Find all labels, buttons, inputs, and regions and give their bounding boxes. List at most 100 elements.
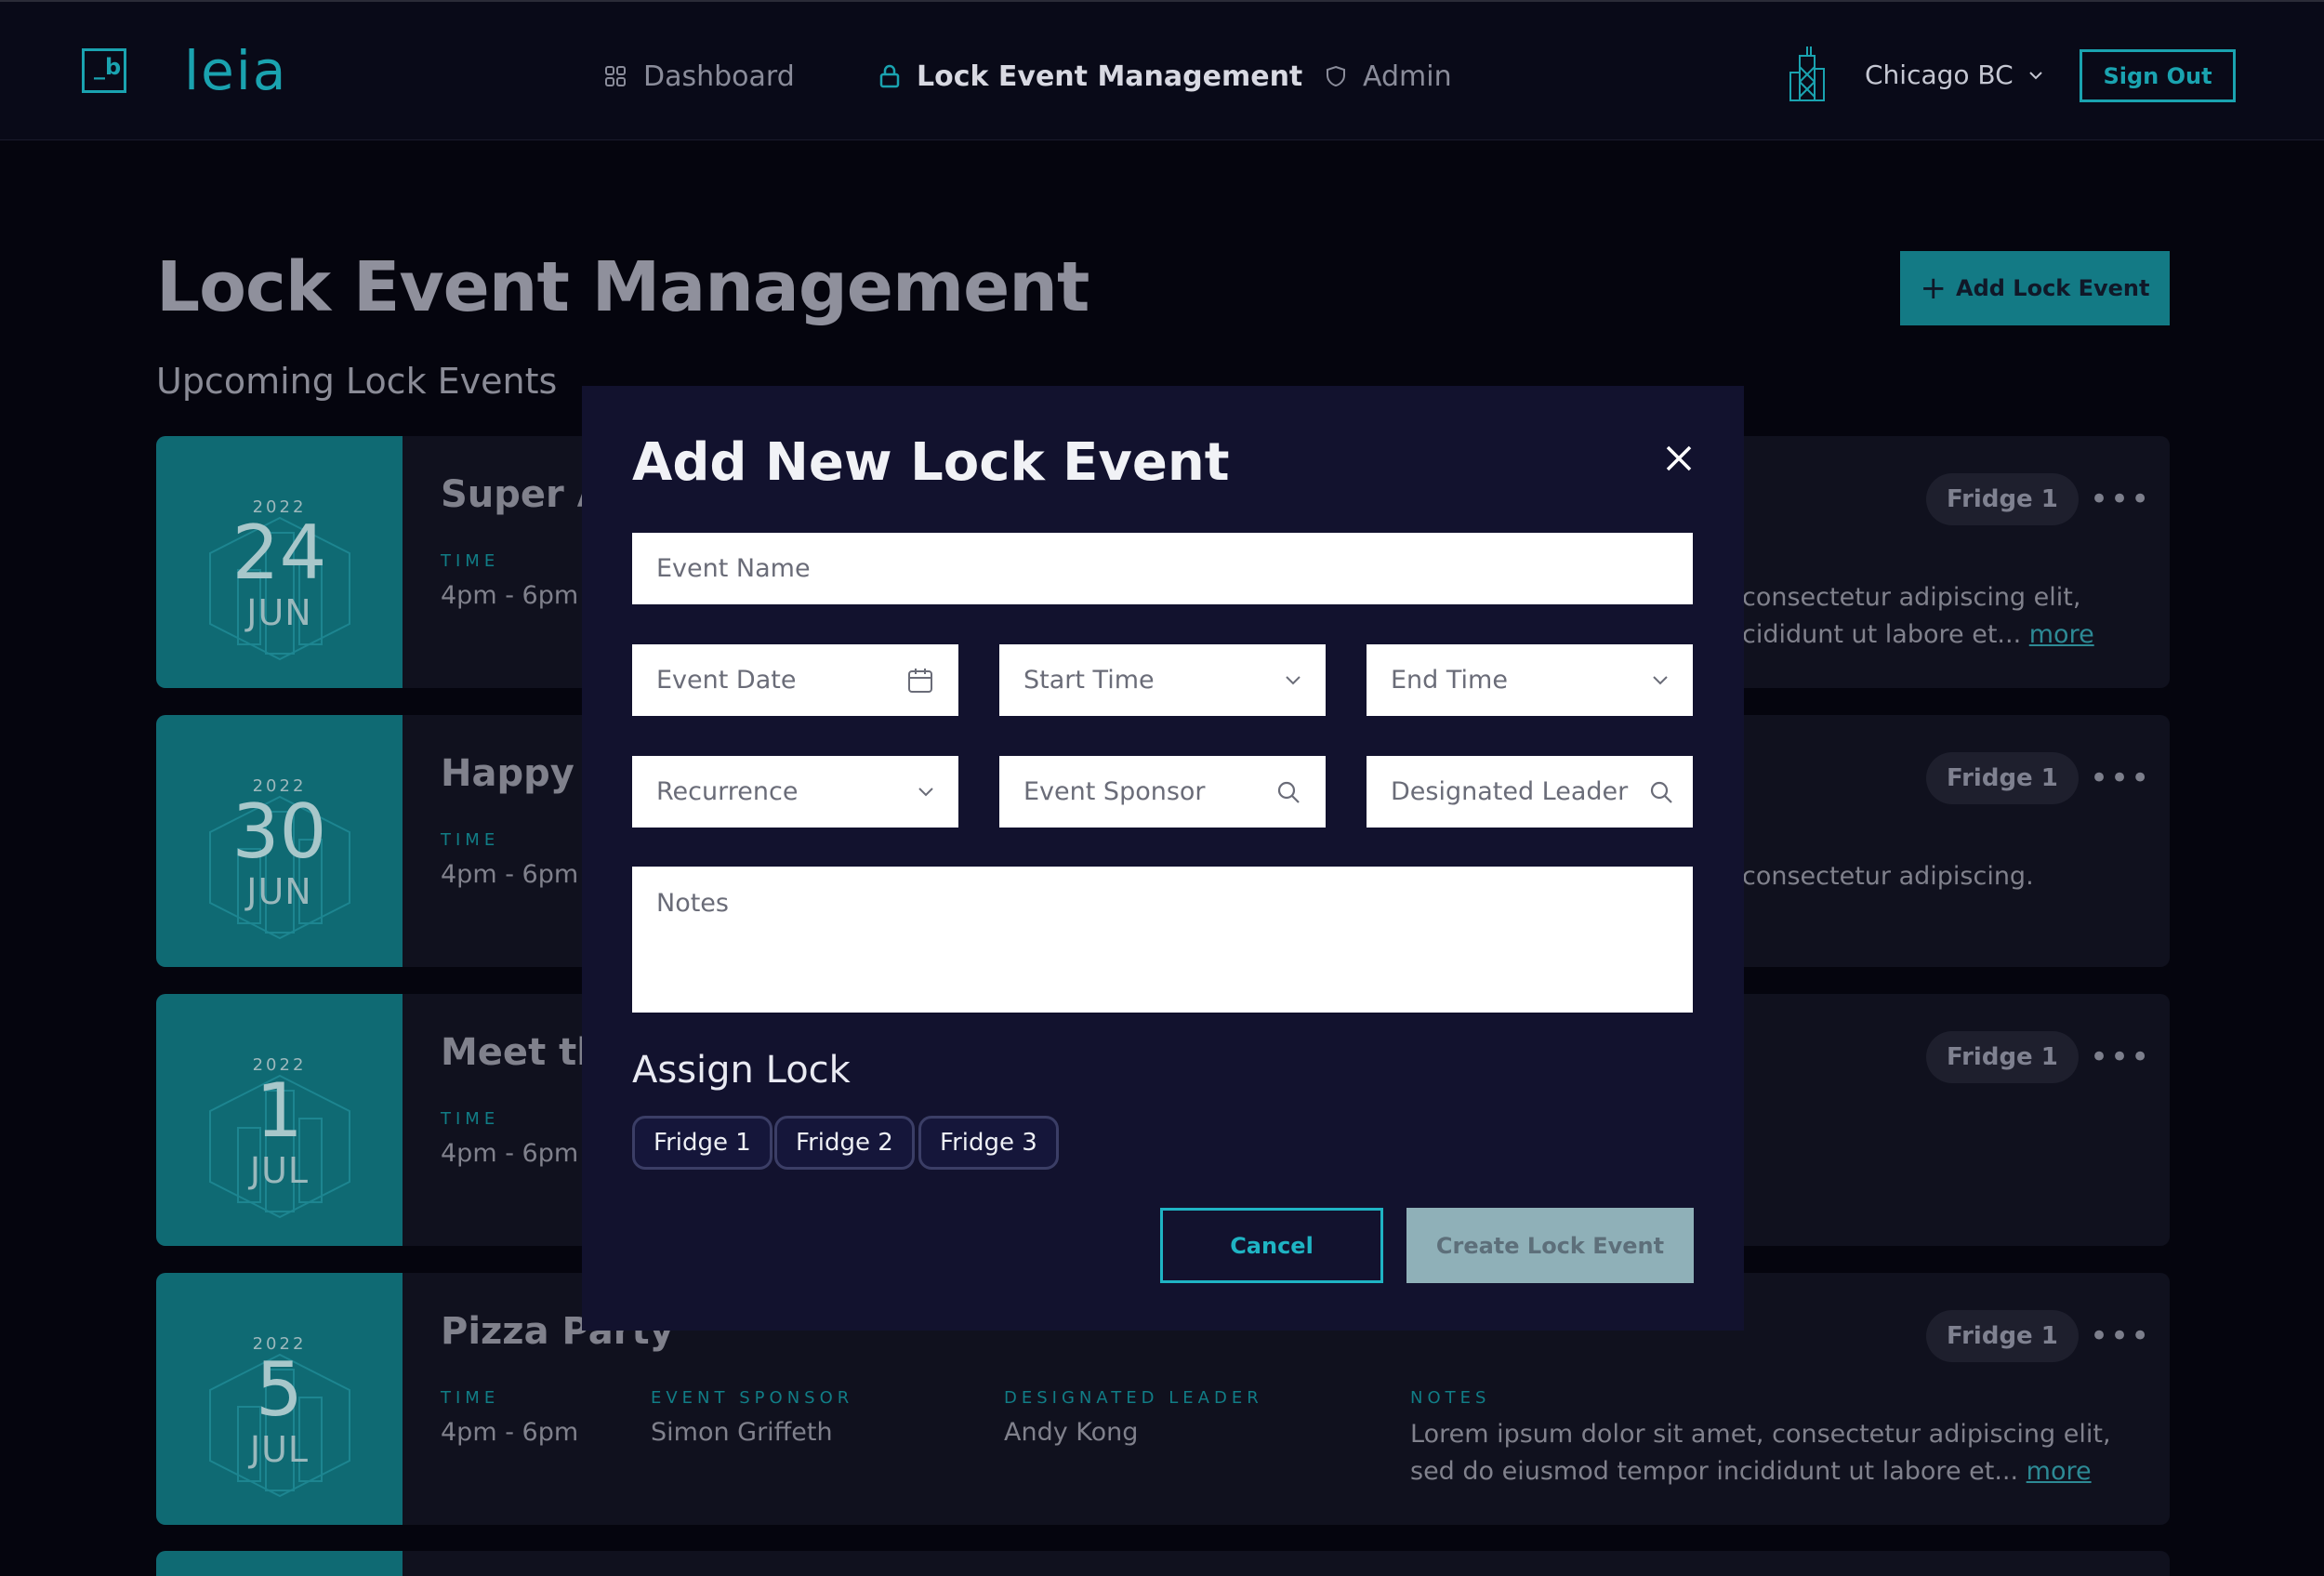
event-notes-line: cididunt ut labore et... more	[1742, 616, 2170, 654]
lock-chip: Fridge 1	[1926, 1310, 2079, 1362]
event-notes: Lorem ipsum dolor sit amet, consectetur …	[1410, 1416, 2117, 1490]
sponsor-label: EVENT SPONSOR	[651, 1388, 854, 1408]
date-block: 2022 5 JUL	[156, 1273, 403, 1525]
chevron-down-icon	[2028, 71, 2042, 79]
city-skyline-icon	[1789, 46, 1825, 101]
time-label: TIME	[441, 830, 500, 850]
search-icon	[1650, 781, 1672, 803]
notes-textarea[interactable]: Notes	[632, 867, 1693, 1013]
event-date-input[interactable]: Event Date	[632, 644, 958, 716]
designated-leader: Andy Kong	[1004, 1418, 1139, 1447]
add-lock-event-label: Add Lock Event	[1956, 275, 2150, 301]
time-label: TIME	[441, 1109, 500, 1129]
search-icon	[1277, 781, 1300, 803]
event-sponsor-placeholder: Event Sponsor	[1023, 777, 1206, 806]
grid-icon	[605, 66, 626, 86]
cancel-button[interactable]: Cancel	[1160, 1208, 1383, 1283]
event-name-input[interactable]: Event Name	[632, 533, 1693, 604]
time-label: TIME	[441, 1388, 500, 1408]
chevron-down-icon	[1653, 675, 1668, 684]
designated-leader-search[interactable]: Designated Leader	[1367, 756, 1693, 828]
lock-icon	[879, 64, 900, 88]
date-block: 2022 30 JUN	[156, 715, 403, 967]
event-time: 4pm - 6pm	[441, 581, 579, 610]
event-card[interactable]	[156, 1551, 2170, 1576]
logo-text[interactable]: leia	[184, 39, 287, 102]
lock-option-fridge-3[interactable]: Fridge 3	[918, 1116, 1059, 1170]
nav-dashboard[interactable]: Dashboard	[604, 60, 795, 93]
end-time-select[interactable]: End Time	[1367, 644, 1693, 716]
top-navigation-bar: _b leia Dashboard Lock Event Management …	[0, 0, 2324, 140]
start-time-placeholder: Start Time	[1023, 666, 1155, 695]
notes-label: NOTES	[1410, 1388, 1491, 1408]
shield-icon	[1327, 65, 1345, 87]
event-notes-line: consectetur adipiscing.	[1742, 862, 2034, 891]
lock-option-fridge-2[interactable]: Fridge 2	[774, 1116, 915, 1170]
event-notes-text: cididunt ut labore et...	[1742, 620, 2022, 649]
event-time: 4pm - 6pm	[441, 860, 579, 889]
close-icon[interactable]	[1658, 438, 1699, 479]
event-notes: consectetur adipiscing.	[1742, 858, 2170, 895]
event-notes-line: consectetur adipiscing elit,	[1742, 583, 2081, 612]
nav-dashboard-label: Dashboard	[643, 60, 795, 93]
city-select-value: Chicago BC	[1865, 60, 2014, 90]
more-link[interactable]: more	[2029, 620, 2094, 649]
event-month: JUN	[246, 592, 312, 633]
section-subtitle: Upcoming Lock Events	[156, 361, 558, 402]
city-select[interactable]: Chicago BC	[1865, 60, 2043, 90]
lock-chip: Fridge 1	[1926, 473, 2079, 525]
chevron-down-icon	[1286, 675, 1301, 684]
plus-icon: +	[1920, 270, 1948, 307]
event-name-placeholder: Event Name	[656, 554, 811, 583]
nav-admin[interactable]: Admin	[1326, 60, 1452, 93]
nav-lock-event-management[interactable]: Lock Event Management	[879, 60, 1302, 93]
lock-chip: Fridge 1	[1926, 752, 2079, 804]
start-time-select[interactable]: Start Time	[999, 644, 1326, 716]
notes-placeholder: Notes	[656, 889, 729, 918]
date-block	[156, 1551, 403, 1576]
recurrence-select[interactable]: Recurrence	[632, 756, 958, 828]
event-day: 30	[231, 788, 327, 875]
event-day: 1	[256, 1067, 303, 1154]
more-options-icon[interactable]: •••	[2090, 1039, 2151, 1076]
calendar-icon	[908, 668, 932, 693]
event-sponsor-search[interactable]: Event Sponsor	[999, 756, 1326, 828]
event-time: 4pm - 6pm	[441, 1139, 579, 1168]
add-lock-event-button[interactable]: + Add Lock Event	[1900, 251, 2170, 325]
event-notes-text: sed do eiusmod tempor incididunt ut labo…	[1410, 1457, 2019, 1486]
event-time: 4pm - 6pm	[441, 1418, 579, 1447]
event-month: JUL	[249, 1150, 310, 1191]
event-notes-line: sed do eiusmod tempor incididunt ut labo…	[1410, 1453, 2117, 1490]
logo-mark: _b	[94, 54, 122, 80]
event-day: 5	[256, 1346, 303, 1433]
chevron-down-icon	[918, 787, 933, 796]
lock-chip: Fridge 1	[1926, 1031, 2079, 1083]
assign-lock-heading: Assign Lock	[632, 1049, 851, 1092]
time-label: TIME	[441, 551, 500, 571]
sign-out-button[interactable]: Sign Out	[2080, 49, 2236, 102]
date-block: 2022 1 JUL	[156, 994, 403, 1246]
page-title: Lock Event Management	[156, 247, 1089, 327]
designated-leader-placeholder: Designated Leader	[1391, 777, 1629, 806]
event-day: 24	[231, 510, 327, 596]
create-lock-event-button[interactable]: Create Lock Event	[1406, 1208, 1694, 1283]
lock-option-fridge-1[interactable]: Fridge 1	[632, 1116, 772, 1170]
recurrence-placeholder: Recurrence	[656, 777, 799, 806]
event-date-placeholder: Event Date	[656, 666, 797, 695]
leader-label: DESIGNATED LEADER	[1004, 1388, 1263, 1408]
event-sponsor: Simon Griffeth	[651, 1418, 833, 1447]
event-month: JUL	[249, 1429, 310, 1470]
nav-lock-event-management-label: Lock Event Management	[917, 60, 1303, 93]
more-link[interactable]: more	[2027, 1457, 2092, 1486]
modal-title: Add New Lock Event	[632, 432, 1230, 493]
nav-admin-label: Admin	[1363, 60, 1452, 93]
event-notes: consectetur adipiscing elit, cididunt ut…	[1742, 579, 2170, 654]
more-options-icon[interactable]: •••	[2090, 481, 2151, 518]
logo-icon[interactable]: _b	[82, 48, 126, 93]
add-lock-event-modal: Add New Lock Event Event Name Event Date…	[582, 386, 1744, 1331]
event-notes-line: Lorem ipsum dolor sit amet, consectetur …	[1410, 1420, 2111, 1449]
date-block: 2022 24 JUN	[156, 436, 403, 688]
more-options-icon[interactable]: •••	[2090, 1318, 2151, 1355]
end-time-placeholder: End Time	[1391, 666, 1508, 695]
more-options-icon[interactable]: •••	[2090, 760, 2151, 797]
